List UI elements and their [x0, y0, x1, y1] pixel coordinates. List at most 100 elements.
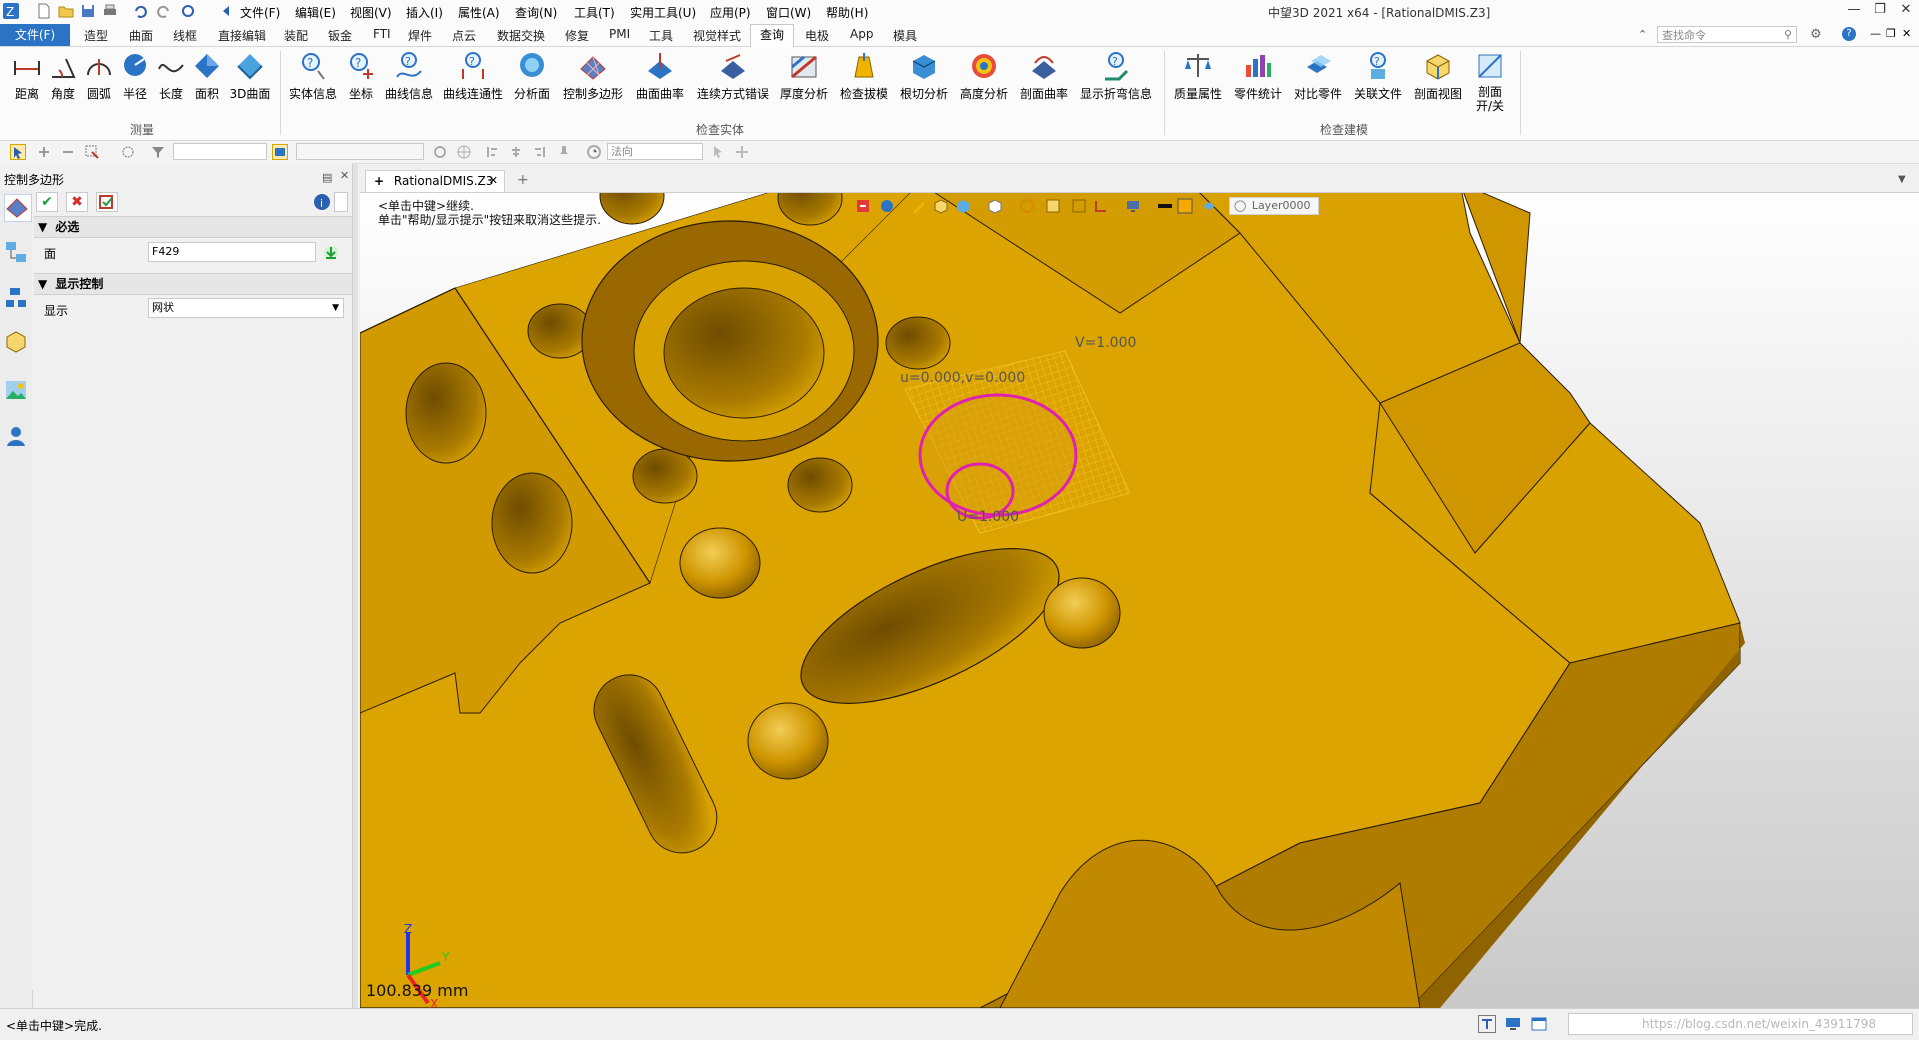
compare-parts-button[interactable]: 对比零件: [1290, 51, 1346, 102]
tab-close-icon[interactable]: ✕: [489, 171, 498, 191]
help-icon[interactable]: ?: [1842, 27, 1856, 41]
timer-icon[interactable]: [586, 144, 602, 160]
snap-icon[interactable]: [456, 144, 472, 160]
status-screen-icon[interactable]: [1504, 1015, 1522, 1033]
clipping-icon[interactable]: [1093, 198, 1109, 214]
sketch-icon[interactable]: [911, 198, 927, 214]
layer-select[interactable]: ◯ Layer0000: [1229, 197, 1319, 215]
print-icon[interactable]: [102, 3, 118, 19]
pick-mode-icon[interactable]: [84, 144, 100, 160]
part-library-icon[interactable]: [4, 330, 28, 354]
surface-curvature-button[interactable]: 曲面曲率: [632, 51, 688, 102]
view-cube-icon[interactable]: [987, 198, 1003, 214]
cursor-pick-icon[interactable]: [710, 144, 726, 160]
tab-assembly[interactable]: 装配: [284, 27, 308, 44]
tab-list-icon[interactable]: ▼: [1898, 174, 1906, 185]
menu-utilities[interactable]: 实用工具(U): [630, 4, 696, 21]
align-left-icon[interactable]: [484, 144, 500, 160]
panel-pin-icon[interactable]: ▤: [322, 171, 332, 184]
distance-button[interactable]: 距离: [10, 51, 44, 102]
tab-mold[interactable]: 模具: [893, 27, 917, 44]
redo-icon[interactable]: [156, 3, 172, 19]
transform-icon[interactable]: [734, 144, 750, 160]
area-button[interactable]: 面积: [190, 51, 224, 102]
entity-combo[interactable]: [296, 143, 424, 160]
open-file-icon[interactable]: [58, 3, 74, 19]
menu-view[interactable]: 视图(V): [350, 4, 392, 21]
tab-surface[interactable]: 曲面: [129, 27, 153, 44]
panel-close-icon[interactable]: ✕: [340, 169, 349, 182]
radius-button[interactable]: 半径: [118, 51, 152, 102]
check-draft-button[interactable]: 检查拔模: [836, 51, 892, 102]
section-view-button[interactable]: 剖面视图: [1410, 51, 1466, 102]
menu-edit[interactable]: 编辑(E): [295, 4, 336, 21]
doc-close-icon[interactable]: ✕: [1902, 27, 1911, 40]
close-icon[interactable]: ✕: [1896, 2, 1916, 20]
ok-check-icon[interactable]: ✔: [36, 192, 58, 212]
height-analysis-button[interactable]: 高度分析: [956, 51, 1012, 102]
related-files-button[interactable]: ? 关联文件: [1350, 51, 1406, 102]
section-toggle-button[interactable]: 剖面 开/关: [1466, 51, 1514, 113]
select-arrow-icon[interactable]: [10, 144, 26, 160]
arc-button[interactable]: 圆弧: [82, 51, 116, 102]
restore-icon[interactable]: ❐: [1870, 2, 1890, 20]
undo-icon[interactable]: [132, 3, 148, 19]
section-box-icon[interactable]: [1071, 198, 1087, 214]
3d-viewport[interactable]: u=0.000,v=0.000 V=1.000 U=1.000 Z Y X <单…: [360, 193, 1919, 1008]
layer-visibility-icon[interactable]: [1201, 198, 1217, 214]
pick-face-download-icon[interactable]: [322, 244, 340, 262]
doc-minimize-icon[interactable]: —: [1870, 27, 1881, 40]
align-center-icon[interactable]: [508, 144, 524, 160]
user-icon[interactable]: [4, 424, 28, 448]
tab-sheetmetal[interactable]: 钣金: [328, 27, 352, 44]
show-bend-info-button[interactable]: ? 显示折弯信息: [1078, 51, 1154, 102]
app-logo-icon[interactable]: Z: [2, 2, 20, 20]
tab-data-exchange[interactable]: 数据交换: [497, 27, 545, 44]
continuity-error-button[interactable]: 连续方式错误: [694, 51, 772, 102]
search-icon[interactable]: ⚲: [1784, 28, 1792, 41]
refresh-icon[interactable]: [180, 3, 196, 19]
tab-weldment[interactable]: 焊件: [408, 27, 432, 44]
section-required-header[interactable]: ▼ 必选: [34, 216, 352, 238]
menu-insert[interactable]: 插入(I): [406, 4, 443, 21]
collapse-ribbon-icon[interactable]: ⌃: [1638, 28, 1647, 41]
cancel-x-icon[interactable]: ✖: [66, 192, 88, 212]
help-doc-icon[interactable]: [334, 192, 348, 212]
direction-combo[interactable]: 法向: [607, 143, 703, 160]
add-filter-icon[interactable]: [36, 144, 52, 160]
display-settings-icon[interactable]: [1019, 198, 1035, 214]
tab-fti[interactable]: FTI: [373, 27, 391, 41]
history-tree-icon[interactable]: [4, 240, 28, 264]
tab-electrode[interactable]: 电极: [805, 27, 829, 44]
cube-view-icon[interactable]: [955, 198, 971, 214]
menu-attribute[interactable]: 属性(A): [458, 4, 500, 21]
shading-icon[interactable]: [1045, 198, 1061, 214]
tab-wireframe[interactable]: 线框: [173, 27, 197, 44]
tab-tools[interactable]: 工具: [649, 27, 673, 44]
part-statistics-button[interactable]: 零件统计: [1230, 51, 1286, 102]
menu-file[interactable]: 文件(F): [240, 4, 280, 21]
model-canvas[interactable]: u=0.000,v=0.000 V=1.000 U=1.000 Z Y X: [360, 193, 1919, 1008]
status-toggle-icon[interactable]: [1478, 1015, 1496, 1033]
visual-manager-icon[interactable]: [4, 378, 28, 402]
panel-splitter[interactable]: [352, 163, 358, 1008]
tab-query-active[interactable]: 查询: [750, 24, 794, 47]
pin-icon[interactable]: [556, 144, 572, 160]
pick-face-icon[interactable]: [272, 144, 288, 160]
surface-3d-button[interactable]: 3D曲面: [228, 51, 272, 102]
monitor-icon[interactable]: [1125, 198, 1141, 214]
tab-modeling[interactable]: 造型: [84, 27, 108, 44]
face-input[interactable]: F429: [148, 242, 316, 262]
filter-funnel-icon[interactable]: [150, 144, 166, 160]
filter-combo[interactable]: [173, 143, 267, 160]
info-icon[interactable]: i: [312, 192, 332, 212]
coordinate-button[interactable]: ? 坐标: [344, 51, 378, 102]
analyze-face-button[interactable]: 分析面: [510, 51, 554, 102]
status-window-icon[interactable]: [1530, 1015, 1548, 1033]
angle-button[interactable]: 角度: [46, 51, 80, 102]
document-tab[interactable]: + RationalDMIS.Z3 ✕: [365, 170, 505, 192]
section-curvature-button[interactable]: 剖面曲率: [1016, 51, 1072, 102]
mass-properties-button[interactable]: 质量属性: [1170, 51, 1226, 102]
line-color-icon[interactable]: [1157, 198, 1173, 214]
save-icon[interactable]: [80, 3, 96, 19]
